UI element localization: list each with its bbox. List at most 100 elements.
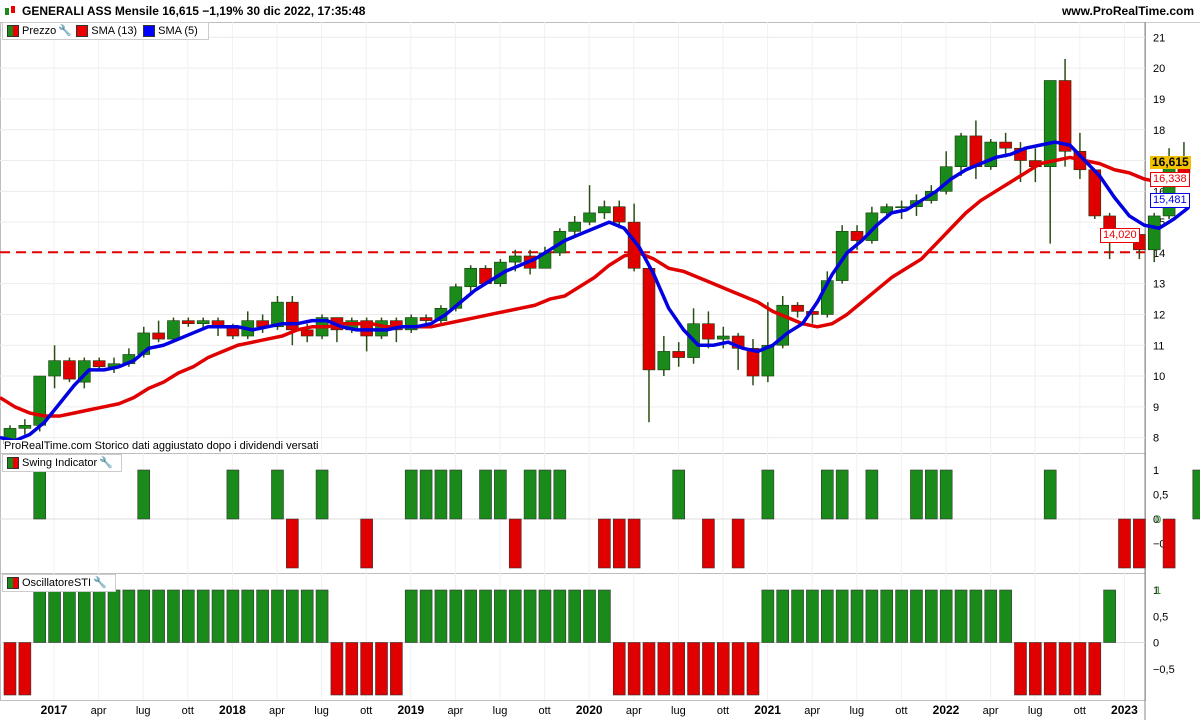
sti-bar [390, 642, 403, 696]
panel-frame [0, 453, 1146, 574]
sti-bar [286, 589, 299, 643]
sti-bar [687, 642, 700, 696]
sti-bar [256, 589, 269, 643]
y-tick-label: 18 [1153, 125, 1165, 137]
swing-bar [731, 518, 745, 569]
sti-bar [300, 589, 314, 643]
swing-bar [1133, 518, 1146, 569]
swing-bar [494, 469, 507, 520]
sti-bar [1073, 642, 1087, 696]
chart-canvas[interactable]: 891011121314151617181920212017aprlugott2… [0, 0, 1200, 720]
sti-bar [1014, 642, 1027, 696]
sti-bar [612, 642, 626, 696]
sti-bar [375, 642, 388, 696]
candle-body [48, 360, 61, 377]
y-tick-label: 0,5 [1153, 490, 1168, 502]
sti-bar [835, 589, 849, 643]
legend-sma13[interactable]: SMA (13) [76, 25, 137, 37]
swing-bar [1162, 518, 1176, 569]
candle-body [300, 329, 314, 337]
legend-swing-item[interactable]: Swing Indicator 🔧 [7, 457, 113, 469]
sti-bar [271, 589, 284, 643]
swing-bar [925, 469, 938, 520]
y-tick-label: −0,5 [1153, 664, 1175, 676]
sti-bar [999, 589, 1012, 643]
sti-bar [954, 589, 968, 643]
x-tick-label: ott [895, 705, 907, 717]
candle-body [568, 221, 581, 232]
sti-bar [568, 589, 581, 643]
sti-bar [241, 589, 255, 643]
y-tick-label: 21 [1153, 32, 1165, 44]
x-tick-label: ott [1074, 705, 1086, 717]
sti-bar [211, 589, 225, 643]
sti-bar [791, 589, 804, 643]
sti-bar [182, 589, 195, 643]
sti-bar [984, 589, 998, 643]
swing-swatch [7, 457, 19, 469]
swing-bar [702, 518, 715, 569]
sti-bar [1103, 589, 1116, 643]
candle-body [791, 304, 804, 312]
y-tick-label: 0,5 [1153, 611, 1168, 623]
swing-bar [1192, 469, 1200, 520]
x-tick-label: apr [804, 705, 820, 717]
legend-swing-label: Swing Indicator [22, 457, 98, 469]
swing-bar [939, 469, 953, 520]
sti-bar [820, 589, 834, 643]
sti-bar [895, 589, 908, 643]
x-tick-label: apr [269, 705, 285, 717]
candle-body [182, 320, 195, 325]
swing-bar [137, 469, 151, 520]
sti-bar [464, 589, 477, 643]
x-tick-label: apr [447, 705, 463, 717]
y-tick-label: 13 [1153, 279, 1165, 291]
y-tick-label: 10 [1153, 371, 1165, 383]
sti-bar [226, 589, 240, 643]
candle-body [286, 301, 299, 331]
swing-bar [1043, 469, 1057, 520]
x-tick-label: 2020 [576, 703, 603, 717]
legend-sti-item[interactable]: OscillatoreSTI 🔧 [7, 577, 107, 589]
sti-bar [806, 589, 819, 643]
legend-main: Prezzo 🔧 SMA (13) SMA (5) [2, 22, 209, 40]
sti-bar [776, 589, 790, 643]
swing-bar [1118, 518, 1131, 569]
sti-bar [152, 589, 165, 643]
swing-bar [553, 469, 567, 520]
x-tick-label: apr [91, 705, 107, 717]
sti-bar [78, 589, 91, 643]
sti-swatch [7, 577, 19, 589]
x-tick-label: ott [360, 705, 372, 717]
candle-body [657, 351, 671, 371]
sti-bar [330, 642, 344, 696]
sti-bar [18, 642, 32, 696]
sti-bar [196, 589, 210, 643]
candle-body [63, 360, 76, 380]
sti-bar [1043, 642, 1057, 696]
swing-bar [820, 469, 834, 520]
candle-body [642, 267, 656, 371]
sti-current-value: 1 [1155, 585, 1161, 597]
y-tick-label: 8 [1153, 433, 1159, 445]
sti-bar [137, 589, 151, 643]
legend-sti: OscillatoreSTI 🔧 [2, 574, 117, 592]
wrench-icon[interactable]: 🔧 [99, 457, 113, 469]
sti-bar [523, 589, 537, 643]
wrench-icon[interactable]: 🔧 [93, 577, 107, 589]
sti-bar [434, 589, 448, 643]
sti-bar [92, 589, 106, 643]
sti-bar [880, 589, 894, 643]
sti-bar [657, 642, 671, 696]
x-tick-label: lug [493, 705, 508, 717]
sti-bar [702, 642, 715, 696]
sma5-swatch [143, 25, 156, 37]
wrench-icon[interactable]: 🔧 [58, 25, 72, 37]
candle-body [598, 206, 611, 214]
sti-bar [1029, 642, 1042, 696]
sti-bar [1088, 642, 1102, 696]
legend-sma5[interactable]: SMA (5) [143, 25, 198, 37]
legend-price[interactable]: Prezzo 🔧 [7, 25, 72, 37]
data-footnote: ProRealTime.com Storico dati aggiustato … [4, 440, 319, 452]
candle-body [1058, 80, 1072, 152]
